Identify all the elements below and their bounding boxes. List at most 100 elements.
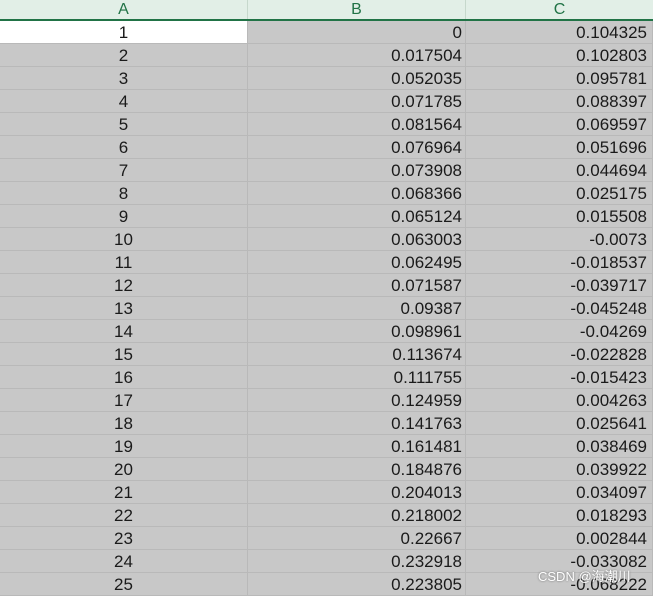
table-row: 18 0.141763 0.025641 — [0, 412, 653, 435]
table-row: 6 0.076964 0.051696 — [0, 136, 653, 159]
cell-b[interactable]: 0.204013 — [248, 481, 466, 504]
cell-c[interactable]: -0.04269 — [466, 320, 653, 343]
cell-b[interactable]: 0.065124 — [248, 205, 466, 228]
cell-b[interactable]: 0.124959 — [248, 389, 466, 412]
cell-c[interactable]: 0.034097 — [466, 481, 653, 504]
table-row: 1 0 0.104325 — [0, 21, 653, 44]
column-header-b[interactable]: B — [248, 0, 466, 19]
cell-b[interactable]: 0.223805 — [248, 573, 466, 596]
cell-a[interactable]: 13 — [0, 297, 248, 320]
cell-c[interactable]: 0.104325 — [466, 21, 653, 44]
cell-a[interactable]: 21 — [0, 481, 248, 504]
table-row: 15 0.113674 -0.022828 — [0, 343, 653, 366]
cell-c[interactable]: 0.004263 — [466, 389, 653, 412]
cell-b[interactable]: 0.081564 — [248, 113, 466, 136]
cell-a[interactable]: 17 — [0, 389, 248, 412]
table-row: 20 0.184876 0.039922 — [0, 458, 653, 481]
cell-a[interactable]: 20 — [0, 458, 248, 481]
spreadsheet-grid: 1 0 0.104325 2 0.017504 0.102803 3 0.052035 0.09… — [0, 21, 653, 596]
cell-b[interactable]: 0.071785 — [248, 90, 466, 113]
cell-a[interactable]: 7 — [0, 159, 248, 182]
table-row: 2 0.017504 0.102803 — [0, 44, 653, 67]
column-header-bar: A B C — [0, 0, 653, 21]
cell-a[interactable]: 11 — [0, 251, 248, 274]
cell-b[interactable]: 0.076964 — [248, 136, 466, 159]
cell-c[interactable]: 0.039922 — [466, 458, 653, 481]
cell-b[interactable]: 0.063003 — [248, 228, 466, 251]
table-row: 12 0.071587 -0.039717 — [0, 274, 653, 297]
cell-c[interactable]: 0.051696 — [466, 136, 653, 159]
cell-c[interactable]: 0.038469 — [466, 435, 653, 458]
cell-b[interactable]: 0.232918 — [248, 550, 466, 573]
cell-c[interactable]: -0.039717 — [466, 274, 653, 297]
table-row: 22 0.218002 0.018293 — [0, 504, 653, 527]
cell-b[interactable]: 0.113674 — [248, 343, 466, 366]
cell-a[interactable]: 25 — [0, 573, 248, 596]
cell-c[interactable]: -0.0073 — [466, 228, 653, 251]
cell-c[interactable]: 0.069597 — [466, 113, 653, 136]
cell-a[interactable]: 24 — [0, 550, 248, 573]
cell-a[interactable]: 8 — [0, 182, 248, 205]
cell-c[interactable]: 0.025641 — [466, 412, 653, 435]
cell-b[interactable]: 0.218002 — [248, 504, 466, 527]
cell-a[interactable]: 14 — [0, 320, 248, 343]
cell-b[interactable]: 0.184876 — [248, 458, 466, 481]
table-row: 19 0.161481 0.038469 — [0, 435, 653, 458]
cell-a[interactable]: 1 — [0, 21, 248, 44]
table-row: 21 0.204013 0.034097 — [0, 481, 653, 504]
cell-c[interactable]: -0.045248 — [466, 297, 653, 320]
table-row: 16 0.111755 -0.015423 — [0, 366, 653, 389]
table-row: 3 0.052035 0.095781 — [0, 67, 653, 90]
cell-c[interactable]: 0.088397 — [466, 90, 653, 113]
cell-b[interactable]: 0.09387 — [248, 297, 466, 320]
cell-c[interactable]: 0.102803 — [466, 44, 653, 67]
cell-b[interactable]: 0.062495 — [248, 251, 466, 274]
cell-a[interactable]: 12 — [0, 274, 248, 297]
table-row: 17 0.124959 0.004263 — [0, 389, 653, 412]
column-header-a[interactable]: A — [0, 0, 248, 19]
cell-c[interactable]: -0.018537 — [466, 251, 653, 274]
cell-a[interactable]: 4 — [0, 90, 248, 113]
cell-c[interactable]: -0.015423 — [466, 366, 653, 389]
cell-a[interactable]: 23 — [0, 527, 248, 550]
cell-b[interactable]: 0.111755 — [248, 366, 466, 389]
table-row: 4 0.071785 0.088397 — [0, 90, 653, 113]
table-row: 13 0.09387 -0.045248 — [0, 297, 653, 320]
cell-c[interactable]: 0.044694 — [466, 159, 653, 182]
cell-b[interactable]: 0.161481 — [248, 435, 466, 458]
cell-b[interactable]: 0.141763 — [248, 412, 466, 435]
watermark-text: CSDN @海潮川 — [538, 569, 631, 584]
column-header-c[interactable]: C — [466, 0, 653, 19]
cell-a[interactable]: 22 — [0, 504, 248, 527]
cell-b[interactable]: 0.073908 — [248, 159, 466, 182]
cell-c[interactable]: 0.018293 — [466, 504, 653, 527]
cell-a[interactable]: 16 — [0, 366, 248, 389]
cell-c[interactable]: 0.025175 — [466, 182, 653, 205]
cell-b[interactable]: 0.22667 — [248, 527, 466, 550]
cell-a[interactable]: 19 — [0, 435, 248, 458]
cell-a[interactable]: 18 — [0, 412, 248, 435]
table-row: 10 0.063003 -0.0073 — [0, 228, 653, 251]
table-row: 11 0.062495 -0.018537 — [0, 251, 653, 274]
cell-a[interactable]: 15 — [0, 343, 248, 366]
cell-c[interactable]: 0.015508 — [466, 205, 653, 228]
cell-c[interactable]: 0.002844 — [466, 527, 653, 550]
cell-a[interactable]: 2 — [0, 44, 248, 67]
cell-c[interactable]: 0.095781 — [466, 67, 653, 90]
cell-a[interactable]: 5 — [0, 113, 248, 136]
cell-b[interactable]: 0.071587 — [248, 274, 466, 297]
table-row: 14 0.098961 -0.04269 — [0, 320, 653, 343]
table-row: 7 0.073908 0.044694 — [0, 159, 653, 182]
cell-c[interactable]: -0.022828 — [466, 343, 653, 366]
table-row: 8 0.068366 0.025175 — [0, 182, 653, 205]
cell-a[interactable]: 3 — [0, 67, 248, 90]
table-row: 5 0.081564 0.069597 — [0, 113, 653, 136]
cell-a[interactable]: 10 — [0, 228, 248, 251]
cell-b[interactable]: 0 — [248, 21, 466, 44]
cell-a[interactable]: 9 — [0, 205, 248, 228]
cell-b[interactable]: 0.068366 — [248, 182, 466, 205]
cell-b[interactable]: 0.017504 — [248, 44, 466, 67]
cell-a[interactable]: 6 — [0, 136, 248, 159]
cell-b[interactable]: 0.052035 — [248, 67, 466, 90]
cell-b[interactable]: 0.098961 — [248, 320, 466, 343]
